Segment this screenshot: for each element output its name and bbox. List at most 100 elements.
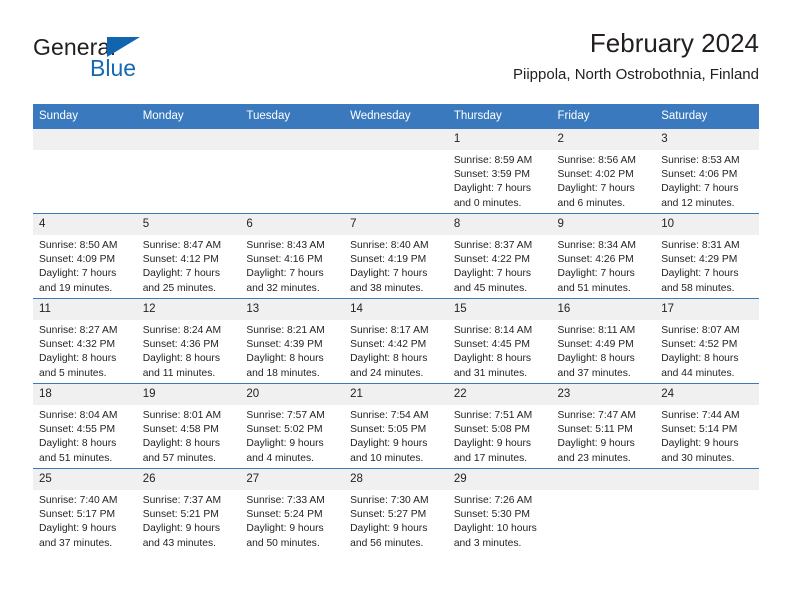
day-sun-info: Sunrise: 7:47 AM Sunset: 5:11 PM Daylight:…: [552, 405, 656, 466]
day-sun-info: Sunrise: 7:51 AM Sunset: 5:08 PM Daylight:…: [448, 405, 552, 466]
day-sun-info-line: and 5 minutes.: [39, 367, 107, 379]
page-header: General Blue February 2024 Piippola, Nor…: [33, 26, 759, 98]
day-sun-info-line: Daylight: 10 hours: [453, 523, 537, 535]
day-sun-info-line: and 3 minutes.: [453, 537, 522, 549]
day-sun-info-line: and 23 minutes.: [557, 452, 631, 464]
calendar-day-cell[interactable]: 1 Sunrise: 8:59 AM Sunset: 3:59 PM Daylight…: [447, 128, 552, 214]
day-sun-info-line: Sunrise: 7:51 AM: [453, 410, 533, 421]
day-sun-info-line: Sunrise: 7:37 AM: [142, 495, 222, 506]
day-sun-info-line: Sunrise: 8:07 AM: [661, 325, 740, 336]
day-sun-info-line: and 50 minutes.: [246, 537, 320, 549]
day-sun-info-line: Sunset: 5:27 PM: [350, 509, 427, 521]
calendar-day-cell-empty: [240, 128, 345, 214]
day-sun-info-line: Sunset: 4:26 PM: [557, 254, 634, 266]
day-sun-info-line: and 12 minutes.: [661, 197, 735, 209]
day-sun-info: Sunrise: 8:59 AM Sunset: 3:59 PM Daylight:…: [448, 150, 552, 211]
day-number: 16: [551, 299, 656, 320]
calendar-day-cell[interactable]: 8 Sunrise: 8:37 AM Sunset: 4:22 PM Daylight…: [447, 213, 552, 299]
calendar-day-cell[interactable]: 20 Sunrise: 7:57 AM Sunset: 5:02 PM Dayligh…: [240, 383, 345, 469]
calendar-day-cell[interactable]: 16 Sunrise: 8:11 AM Sunset: 4:49 PM Dayligh…: [551, 298, 656, 384]
day-sun-info-line: and 11 minutes.: [142, 367, 216, 379]
calendar-day-cell[interactable]: 21 Sunrise: 7:54 AM Sunset: 5:05 PM Dayligh…: [344, 383, 448, 469]
day-sun-info: [344, 150, 448, 154]
title-block: February 2024 Piippola, North Ostrobothn…: [513, 26, 759, 86]
day-sun-info-line: Daylight: 7 hours: [142, 268, 220, 280]
day-number: [136, 129, 241, 150]
calendar-day-cell[interactable]: 22 Sunrise: 7:51 AM Sunset: 5:08 PM Dayligh…: [447, 383, 552, 469]
day-sun-info-line: Sunrise: 8:31 AM: [661, 240, 740, 251]
day-sun-info: Sunrise: 8:21 AM Sunset: 4:39 PM Daylight:…: [240, 320, 344, 381]
day-sun-info-line: Sunset: 4:29 PM: [661, 254, 738, 266]
day-number: 3: [655, 129, 759, 150]
day-sun-info-line: Sunrise: 8:17 AM: [350, 325, 429, 336]
day-sun-info-line: Sunset: 4:02 PM: [557, 169, 634, 181]
day-sun-info-line: Sunset: 4:39 PM: [246, 339, 323, 351]
day-sun-info-line: Sunset: 4:09 PM: [39, 254, 116, 266]
calendar-day-cell[interactable]: 26 Sunrise: 7:37 AM Sunset: 5:21 PM Dayligh…: [136, 468, 241, 553]
calendar-day-cell[interactable]: 5 Sunrise: 8:47 AM Sunset: 4:12 PM Daylight…: [136, 213, 241, 299]
weekday-header-saturday: Saturday: [655, 104, 759, 129]
calendar-day-cell[interactable]: 29 Sunrise: 7:26 AM Sunset: 5:30 PM Dayligh…: [447, 468, 552, 553]
brand-name-blue: Blue: [90, 55, 137, 81]
calendar-day-cell[interactable]: 28 Sunrise: 7:30 AM Sunset: 5:27 PM Dayligh…: [344, 468, 448, 553]
day-sun-info-line: Daylight: 9 hours: [557, 438, 635, 450]
calendar-day-cell[interactable]: 9 Sunrise: 8:34 AM Sunset: 4:26 PM Daylight…: [551, 213, 656, 299]
day-sun-info-line: Daylight: 7 hours: [661, 183, 739, 195]
day-sun-info: Sunrise: 8:17 AM Sunset: 4:42 PM Daylight:…: [344, 320, 448, 381]
calendar-day-cell[interactable]: 24 Sunrise: 7:44 AM Sunset: 5:14 PM Dayligh…: [655, 383, 759, 469]
day-sun-info: Sunrise: 7:40 AM Sunset: 5:17 PM Daylight:…: [33, 490, 137, 551]
day-sun-info-line: Sunrise: 8:47 AM: [142, 240, 222, 251]
calendar-day-cell-empty: [344, 128, 448, 214]
day-number: 8: [447, 214, 552, 235]
day-sun-info-line: and 24 minutes.: [350, 367, 424, 379]
day-sun-info: Sunrise: 8:04 AM Sunset: 4:55 PM Daylight:…: [33, 405, 137, 466]
calendar-day-cell-empty: [655, 468, 759, 553]
day-sun-info-line: Daylight: 9 hours: [142, 523, 220, 535]
calendar-day-cell[interactable]: 14 Sunrise: 8:17 AM Sunset: 4:42 PM Dayligh…: [344, 298, 448, 384]
calendar-day-cell[interactable]: 15 Sunrise: 8:14 AM Sunset: 4:45 PM Dayligh…: [447, 298, 552, 384]
day-number: 6: [240, 214, 345, 235]
day-sun-info: Sunrise: 8:07 AM Sunset: 4:52 PM Daylight:…: [655, 320, 759, 381]
calendar-day-cell[interactable]: 13 Sunrise: 8:21 AM Sunset: 4:39 PM Dayligh…: [240, 298, 345, 384]
calendar-day-cell[interactable]: 7 Sunrise: 8:40 AM Sunset: 4:19 PM Daylight…: [344, 213, 448, 299]
day-sun-info: [240, 150, 344, 154]
day-number: 25: [33, 469, 137, 490]
day-sun-info-line: Sunrise: 8:11 AM: [557, 325, 636, 336]
day-sun-info-line: Sunrise: 8:56 AM: [557, 155, 636, 166]
day-sun-info: Sunrise: 7:30 AM Sunset: 5:27 PM Daylight:…: [344, 490, 448, 551]
weekday-header-tuesday: Tuesday: [240, 104, 345, 129]
day-number: 12: [136, 299, 241, 320]
day-number: 9: [551, 214, 656, 235]
day-sun-info: Sunrise: 8:01 AM Sunset: 4:58 PM Daylight:…: [137, 405, 241, 466]
calendar-day-cell[interactable]: 6 Sunrise: 8:43 AM Sunset: 4:16 PM Daylight…: [240, 213, 345, 299]
day-number: 26: [136, 469, 241, 490]
day-number: 5: [136, 214, 241, 235]
calendar-day-cell[interactable]: 27 Sunrise: 7:33 AM Sunset: 5:24 PM Dayligh…: [240, 468, 345, 553]
day-number: 14: [344, 299, 448, 320]
calendar-day-cell[interactable]: 25 Sunrise: 7:40 AM Sunset: 5:17 PM Dayligh…: [33, 468, 137, 553]
calendar-day-cell[interactable]: 4 Sunrise: 8:50 AM Sunset: 4:09 PM Daylight…: [33, 213, 137, 299]
day-number: 24: [655, 384, 759, 405]
day-sun-info: Sunrise: 7:26 AM Sunset: 5:30 PM Daylight:…: [448, 490, 552, 551]
day-sun-info-line: Sunrise: 8:04 AM: [39, 410, 118, 421]
day-sun-info-line: Daylight: 8 hours: [661, 353, 739, 365]
weekday-header-monday: Monday: [136, 104, 241, 129]
day-number: 13: [240, 299, 345, 320]
calendar-day-cell[interactable]: 11 Sunrise: 8:27 AM Sunset: 4:32 PM Dayligh…: [33, 298, 137, 384]
calendar-day-cell[interactable]: 17 Sunrise: 8:07 AM Sunset: 4:52 PM Dayligh…: [655, 298, 759, 384]
calendar-day-cell[interactable]: 18 Sunrise: 8:04 AM Sunset: 4:55 PM Dayligh…: [33, 383, 137, 469]
day-sun-info-line: and 32 minutes.: [246, 282, 320, 294]
day-sun-info-line: Sunset: 4:32 PM: [39, 339, 116, 351]
calendar-day-cell[interactable]: 2 Sunrise: 8:56 AM Sunset: 4:02 PM Daylight…: [551, 128, 656, 214]
calendar-day-cell[interactable]: 23 Sunrise: 7:47 AM Sunset: 5:11 PM Dayligh…: [551, 383, 656, 469]
day-sun-info-line: Sunrise: 8:43 AM: [246, 240, 325, 251]
calendar-day-cell[interactable]: 19 Sunrise: 8:01 AM Sunset: 4:58 PM Dayligh…: [136, 383, 241, 469]
day-sun-info-line: and 4 minutes.: [246, 452, 314, 464]
calendar-day-cell[interactable]: 12 Sunrise: 8:24 AM Sunset: 4:36 PM Dayligh…: [136, 298, 241, 384]
calendar-day-cell[interactable]: 3 Sunrise: 8:53 AM Sunset: 4:06 PM Daylight…: [655, 128, 759, 214]
calendar-body: 1 Sunrise: 8:59 AM Sunset: 3:59 PM Daylight…: [33, 128, 759, 553]
calendar-day-cell[interactable]: 10 Sunrise: 8:31 AM Sunset: 4:29 PM Dayligh…: [655, 213, 759, 299]
day-sun-info-line: Daylight: 9 hours: [350, 523, 428, 535]
general-blue-logo[interactable]: General Blue: [33, 34, 263, 92]
day-sun-info-line: Sunrise: 8:34 AM: [557, 240, 636, 251]
